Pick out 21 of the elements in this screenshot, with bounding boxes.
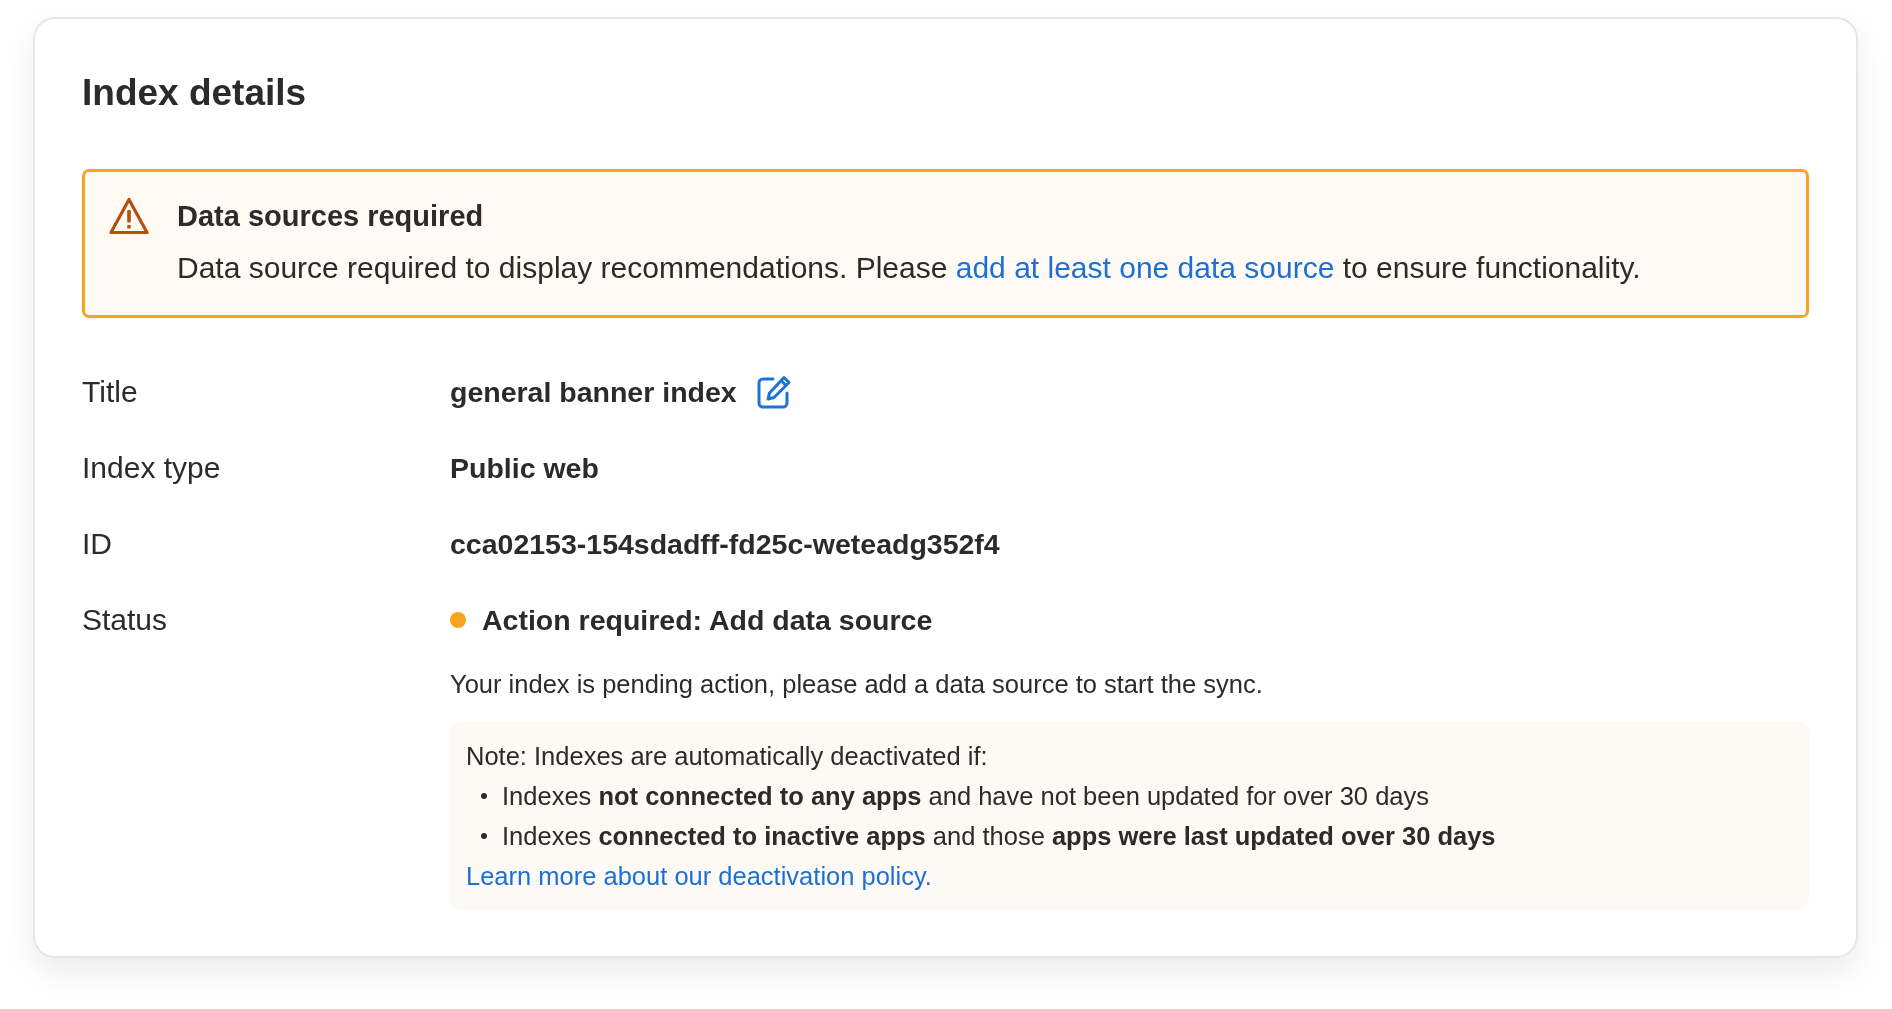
deactivation-policy-link[interactable]: Learn more about our deactivation policy. bbox=[466, 856, 932, 896]
status-value: Action required: Add data source bbox=[482, 603, 933, 638]
warning-icon bbox=[109, 197, 149, 235]
field-value: cca02153-154sdadff-fd25c-weteadg352f4 bbox=[450, 527, 1000, 562]
bullet-icon bbox=[481, 833, 487, 839]
field-label: Title bbox=[82, 374, 138, 410]
note-bullet-text: Indexes not connected to any apps and have not been updated for over 30 days bbox=[502, 781, 1429, 812]
field-label: Status bbox=[82, 602, 168, 638]
note-bullet-text: Indexes connected to inactive apps and those apps were last updated over 30 days bbox=[502, 821, 1496, 852]
alert-message: Data source required to display recommendations. Please add at least one data source to ensure functionality. bbox=[177, 250, 1641, 286]
status-description: Your index is pending action, please add a data source to start the sync. bbox=[450, 669, 1263, 700]
bullet-icon bbox=[481, 793, 487, 799]
field-label: Index type bbox=[82, 450, 221, 486]
note-heading: Note: Indexes are automatically deactivated if: bbox=[466, 741, 988, 772]
field-value: Public web bbox=[450, 451, 599, 486]
field-value: general banner index bbox=[450, 375, 737, 410]
field-label: ID bbox=[82, 526, 112, 562]
edit-icon[interactable] bbox=[755, 374, 792, 410]
alert-title: Data sources required bbox=[177, 199, 484, 234]
add-data-source-link[interactable]: add at least one data source bbox=[955, 251, 1335, 284]
card-title: Index details bbox=[82, 71, 307, 115]
